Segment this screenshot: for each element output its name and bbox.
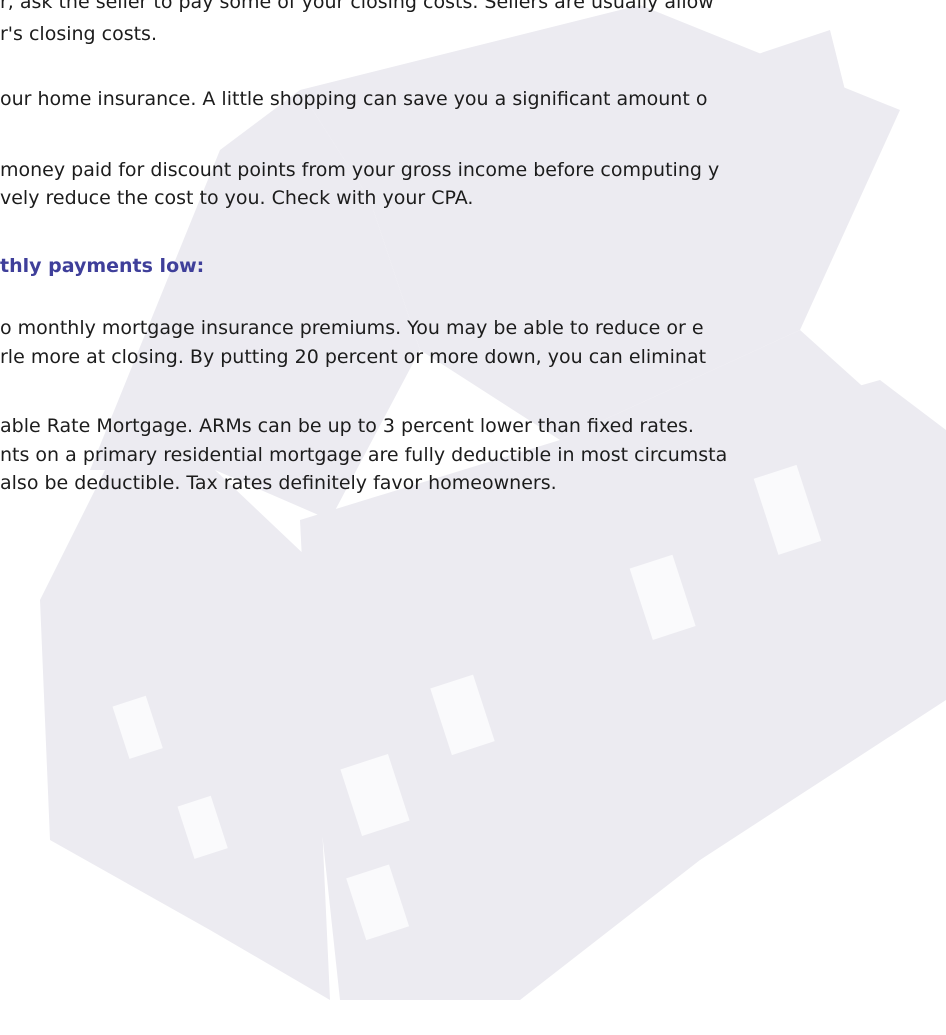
text-line: o monthly mortgage insurance premiums. Y… — [0, 317, 704, 339]
text-line: r, ask the seller to pay some of your cl… — [0, 0, 714, 13]
text-line: money paid for discount points from your… — [0, 159, 720, 181]
document-page: r, ask the seller to pay some of your cl… — [0, 0, 946, 1035]
text-line: vely reduce the cost to you. Check with … — [0, 187, 474, 209]
text-line: rle more at closing. By putting 20 perce… — [0, 346, 707, 368]
text-line: our home insurance. A little shopping ca… — [0, 88, 708, 110]
text-line: able Rate Mortgage. ARMs can be up to 3 … — [0, 415, 694, 437]
text-line: nts on a primary residential mortgage ar… — [0, 444, 728, 466]
text-line: also be deductible. Tax rates definitely… — [0, 472, 557, 494]
text-line: r's closing costs. — [0, 23, 158, 45]
section-heading: thly payments low: — [0, 255, 205, 277]
